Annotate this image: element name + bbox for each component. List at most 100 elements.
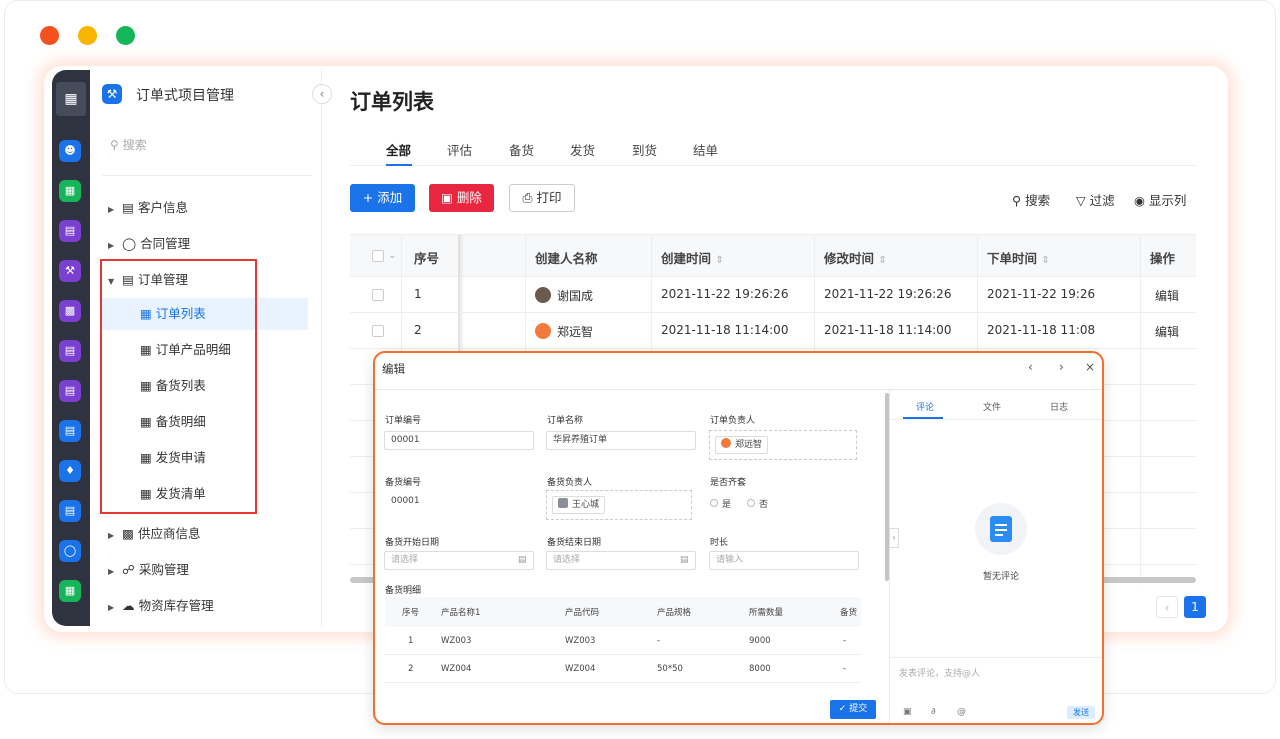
radio-no[interactable] — [747, 499, 755, 507]
columns-tool[interactable]: ◉ 显示列 — [1134, 190, 1186, 209]
stock-owner-chip[interactable]: 王心城 — [552, 496, 606, 514]
edit-link[interactable]: 编辑 — [1155, 323, 1179, 340]
window-minimize-dot[interactable] — [78, 26, 97, 45]
image-icon[interactable]: ▣ — [903, 707, 912, 717]
table-row[interactable]: 1 谢国成 2021-11-22 19:26:26 2021-11-22 19:… — [350, 277, 1196, 313]
close-icon[interactable]: × — [1085, 360, 1095, 374]
send-button[interactable]: 发送 — [1067, 706, 1095, 719]
page-current[interactable]: 1 — [1184, 596, 1206, 618]
clipboard-icon[interactable]: ▤ — [59, 220, 81, 242]
modal-header-divider — [375, 389, 1102, 390]
handshake-icon[interactable]: ♦ — [59, 460, 81, 482]
print-button-label: 打印 — [536, 190, 562, 205]
dcell: 2 — [408, 664, 414, 674]
cell-ordered: 2021-11-18 11:08 — [987, 323, 1096, 337]
order-name-input[interactable]: 华昇养殖订单 — [546, 431, 696, 450]
detail-table-header: 序号 产品名称1 产品代码 产品规格 所需数量 备货 — [385, 597, 861, 627]
comment-input[interactable]: 发表评论，支持@人 — [899, 666, 980, 679]
stock-no-value: 00001 — [391, 496, 420, 506]
document-icon — [990, 516, 1012, 542]
th-modified[interactable]: 修改时间 ⇕ — [824, 248, 887, 267]
nav-item-purchase[interactable]: ▶ ☍ 采购管理 — [108, 559, 189, 578]
window-maximize-dot[interactable] — [116, 26, 135, 45]
truck-icon[interactable]: ▩ — [59, 300, 81, 322]
tab-evaluate[interactable]: 评估 — [447, 140, 472, 159]
avatar — [535, 323, 551, 339]
nav-search[interactable]: ⚲ 搜索 — [110, 136, 147, 153]
inbox-icon[interactable]: ▤ — [59, 420, 81, 442]
th-ordered[interactable]: 下单时间 ⇕ — [987, 248, 1050, 267]
panel-divider — [889, 390, 890, 723]
sort-icon[interactable]: ⇕ — [878, 255, 886, 266]
dcell: 8000 — [749, 664, 771, 674]
nav-item-label: 客户信息 — [137, 200, 188, 215]
side-tabs-divider — [890, 419, 1102, 420]
detail-row[interactable]: 2 WZ004 WZ004 50*50 8000 - — [385, 655, 861, 683]
shield-icon[interactable]: ◯ — [59, 540, 81, 562]
comment-divider — [890, 657, 1102, 658]
nav-item-inventory[interactable]: ▶ ☁ 物资库存管理 — [108, 595, 214, 614]
caret-right-icon: ▶ — [108, 567, 115, 576]
table-icon[interactable]: ▦ — [59, 580, 81, 602]
nav-item-contract[interactable]: ▶ ◯ 合同管理 — [108, 233, 190, 252]
end-date-input[interactable]: 请选择 — [546, 551, 696, 570]
next-record-icon[interactable]: › — [1059, 360, 1064, 374]
form-icon[interactable]: ▤ — [59, 500, 81, 522]
th-creator: 创建人名称 — [535, 251, 598, 266]
tab-arrive[interactable]: 到货 — [632, 140, 657, 159]
tab-all[interactable]: 全部 — [386, 140, 411, 159]
nav-item-supplier[interactable]: ▶ ▩ 供应商信息 — [108, 523, 200, 542]
search-tool[interactable]: ⚲ 搜索 — [1012, 190, 1050, 209]
order-owner-chip[interactable]: 郑远智 — [715, 436, 769, 454]
contacts-icon[interactable]: ☻ — [59, 140, 81, 162]
order-owner-label: 订单负责人 — [710, 416, 756, 426]
wrench-icon[interactable]: ⚒ — [59, 260, 81, 282]
filter-tool[interactable]: ▽ 过滤 — [1076, 190, 1115, 209]
dth-product-code: 产品代码 — [565, 608, 600, 618]
chevron-down-icon[interactable]: ⌄ — [388, 250, 396, 261]
order-name-label: 订单名称 — [547, 416, 584, 426]
end-date-label: 备货结束日期 — [547, 538, 602, 548]
building-icon[interactable]: ▤ — [59, 340, 81, 362]
expand-panel-icon[interactable]: › — [889, 528, 899, 548]
tab-log[interactable]: 日志 — [1050, 400, 1068, 413]
sort-icon[interactable]: ⇕ — [715, 255, 723, 266]
duration-input[interactable]: 请输入 — [709, 551, 859, 570]
table-row[interactable]: 2 郑远智 2021-11-18 11:14:00 2021-11-18 11:… — [350, 313, 1196, 349]
attachment-icon[interactable]: ∂ — [931, 707, 936, 717]
cell-no: 2 — [414, 323, 422, 337]
submit-button[interactable]: ✓ 提交 — [830, 700, 876, 719]
spreadsheet-icon[interactable]: ▦ — [59, 180, 81, 202]
prev-page-icon[interactable]: ‹ — [1156, 596, 1178, 618]
document-icon[interactable]: ▤ — [59, 380, 81, 402]
stock-detail-table: 序号 产品名称1 产品代码 产品规格 所需数量 备货 1 WZ003 WZ003… — [385, 597, 861, 687]
radio-yes[interactable] — [710, 499, 718, 507]
start-date-input[interactable]: 请选择 — [384, 551, 534, 570]
tab-files[interactable]: 文件 — [983, 400, 1001, 413]
grid-icon[interactable]: ▦ — [56, 82, 86, 116]
tab-ship[interactable]: 发货 — [570, 140, 595, 159]
add-button[interactable]: + 添加 — [350, 184, 415, 212]
order-no-label: 订单编号 — [385, 416, 422, 426]
tab-comments[interactable]: 评论 — [916, 400, 934, 413]
start-date-label: 备货开始日期 — [385, 538, 440, 548]
tab-close[interactable]: 结单 — [693, 140, 718, 159]
nav-item-customer-info[interactable]: ▶ ▤ 客户信息 — [108, 197, 188, 216]
edit-link[interactable]: 编辑 — [1155, 287, 1179, 304]
row-checkbox[interactable] — [372, 289, 384, 301]
prev-record-icon[interactable]: ‹ — [1028, 360, 1033, 374]
order-no-input[interactable]: 00001 — [384, 431, 534, 450]
tab-stock[interactable]: 备货 — [509, 140, 534, 159]
detail-row[interactable]: 1 WZ003 WZ003 - 9000 - — [385, 627, 861, 655]
row-checkbox[interactable] — [372, 325, 384, 337]
window-close-dot[interactable] — [40, 26, 59, 45]
select-all-checkbox[interactable] — [372, 250, 384, 262]
truck-small-icon: ▩ — [122, 526, 134, 541]
delete-button[interactable]: ▣ 删除 — [429, 184, 494, 212]
sort-icon[interactable]: ⇕ — [1041, 255, 1049, 266]
mention-icon[interactable]: @ — [957, 707, 966, 717]
print-button[interactable]: ⎙ 打印 — [509, 184, 575, 212]
caret-right-icon: ▶ — [108, 205, 115, 214]
th-created[interactable]: 创建时间 ⇕ — [661, 248, 724, 267]
th-no: 序号 — [414, 251, 440, 266]
